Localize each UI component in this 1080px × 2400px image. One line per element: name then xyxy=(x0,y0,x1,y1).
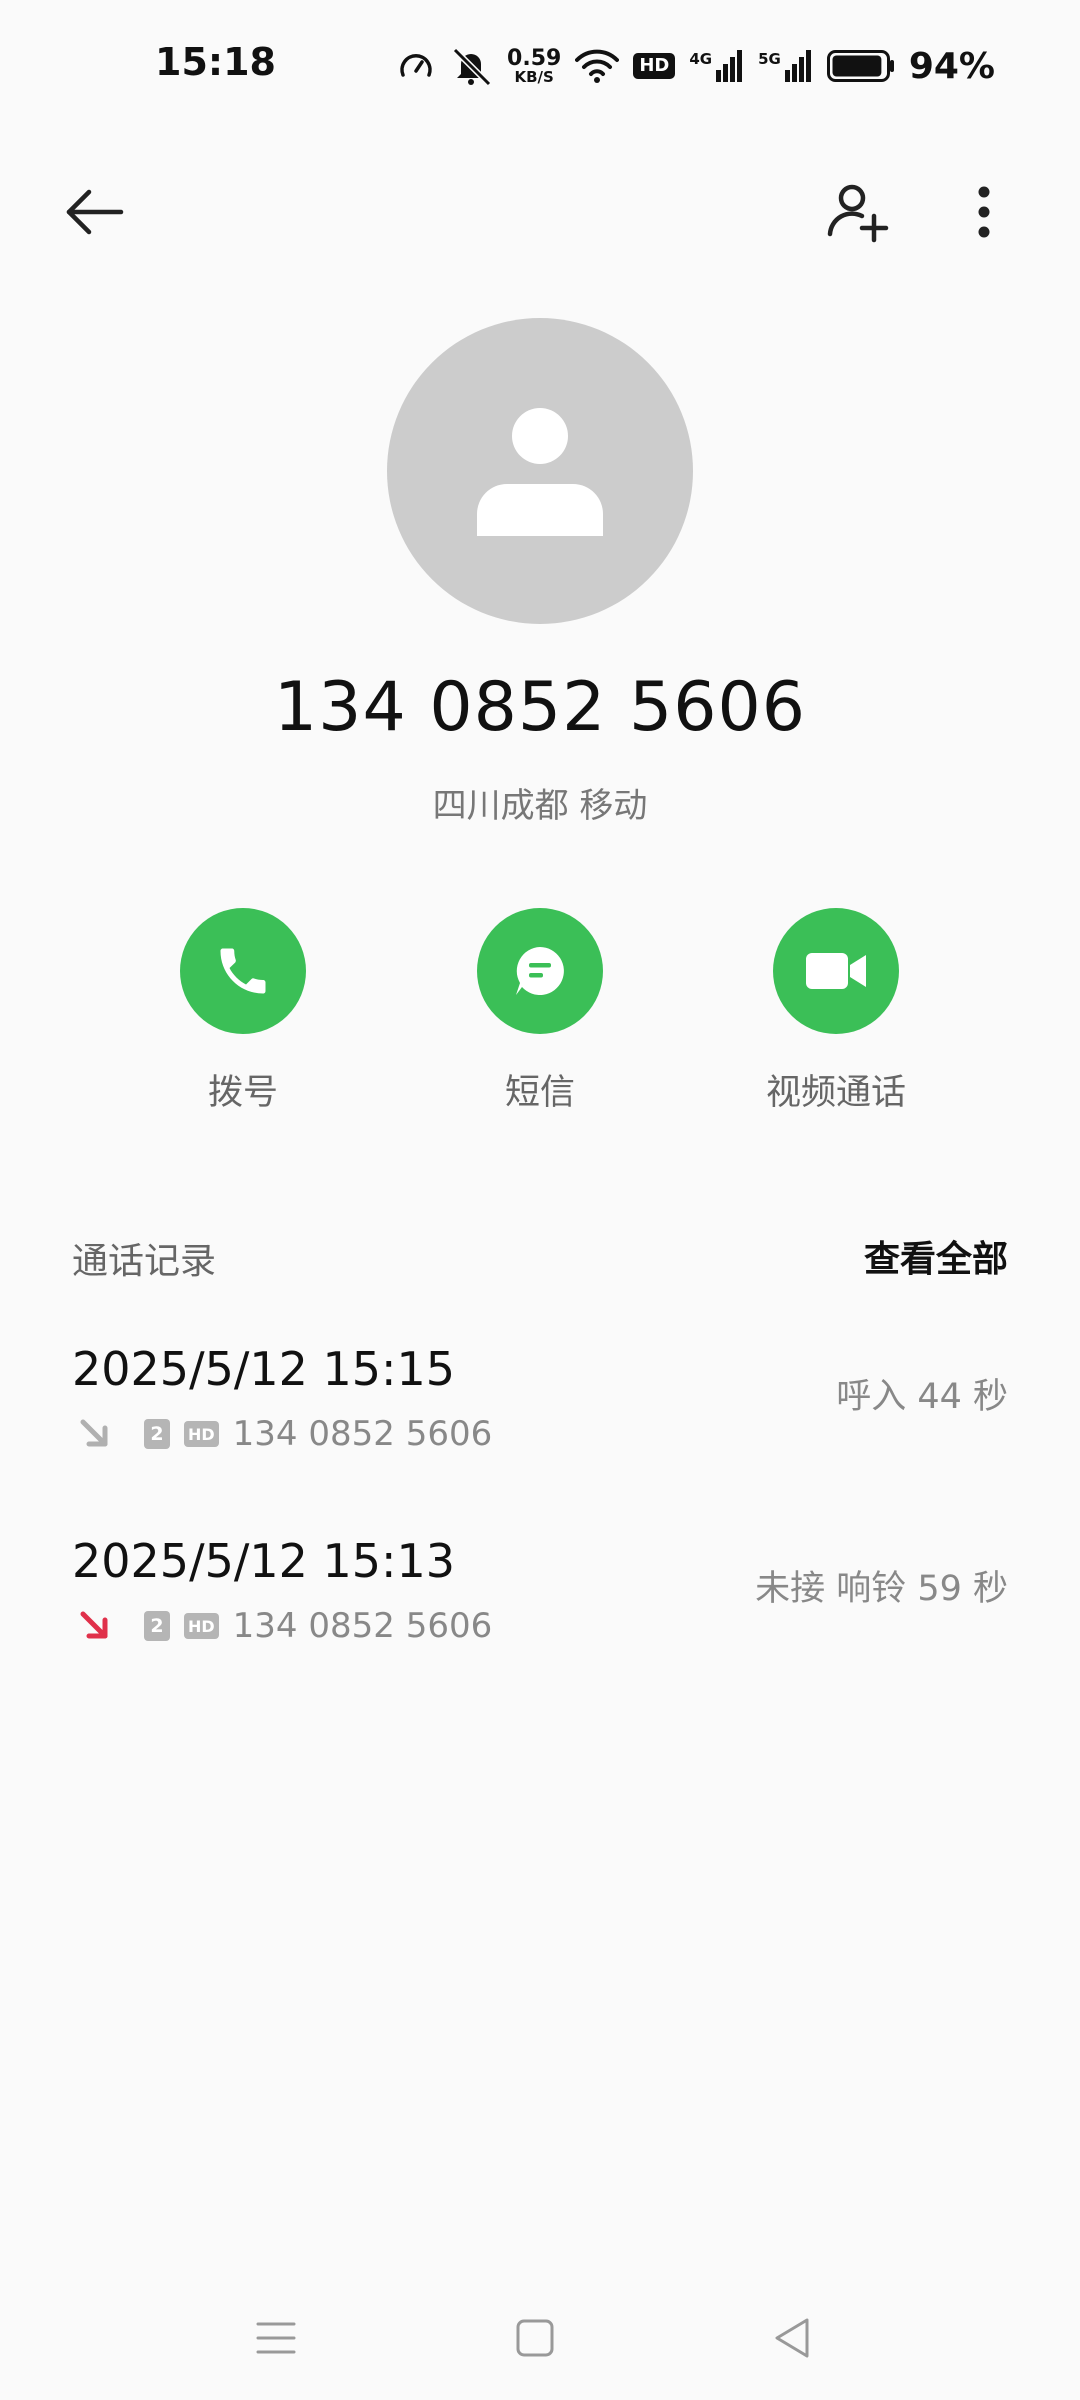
back-triangle-icon xyxy=(775,2318,809,2358)
nav-back-button[interactable] xyxy=(752,2298,832,2378)
sms-button[interactable]: 短信 xyxy=(390,908,690,1115)
dial-label: 拨号 xyxy=(207,1073,278,1113)
video-call-button[interactable]: 视频通话 xyxy=(686,908,986,1115)
video-call-label: 视频通话 xyxy=(765,1073,906,1113)
signal-bars-icon xyxy=(716,50,743,82)
call-log-number: 134 0852 5606 xyxy=(232,1414,493,1454)
dial-circle[interactable] xyxy=(180,908,306,1034)
battery-percent: 94% xyxy=(908,45,995,87)
status-bar: 15:18 0.59 KB/S HD 4G 5G 94% xyxy=(0,0,1080,130)
message-icon xyxy=(516,947,564,995)
arrow-left-icon xyxy=(66,189,124,235)
view-all-link[interactable]: 查看全部 xyxy=(864,1230,1008,1282)
contact-number: 134 0852 5606 xyxy=(273,668,807,747)
battery-icon xyxy=(826,50,894,82)
sms-circle[interactable] xyxy=(477,908,603,1034)
video-icon xyxy=(806,953,866,989)
dial-button[interactable]: 拨号 xyxy=(93,908,393,1115)
phone-icon xyxy=(220,948,266,994)
sim-badge: 2 xyxy=(144,1419,170,1449)
home-square-icon xyxy=(516,2319,554,2357)
video-call-circle[interactable] xyxy=(773,908,899,1034)
network-speed-value: 0.59 xyxy=(507,45,562,71)
nav-home-button[interactable] xyxy=(495,2298,575,2378)
call-log-entry[interactable]: 2025/5/12 15:13 2 HD 134 0852 5606 未接 响铃… xyxy=(0,1534,1080,1694)
back-button[interactable] xyxy=(55,172,135,252)
network-speed-unit: KB/S xyxy=(514,67,554,86)
network-speed: 0.59 KB/S xyxy=(507,45,562,86)
signal-5g: 5G xyxy=(758,50,813,82)
signal-5g-label: 5G xyxy=(758,50,781,68)
call-log-status: 未接 响铃 59 秒 xyxy=(755,1569,1008,1609)
status-time: 15:18 xyxy=(155,40,276,84)
hd-badge: HD xyxy=(184,1421,219,1447)
incoming-call-arrow-icon xyxy=(80,1419,108,1447)
wifi-icon xyxy=(575,49,620,83)
bell-off-icon xyxy=(452,47,492,86)
call-log-details: 2 HD 134 0852 5606 xyxy=(78,1412,492,1456)
more-options-button[interactable] xyxy=(944,172,1024,252)
contact-location: 四川成都 移动 xyxy=(432,786,648,826)
status-icons: 0.59 KB/S HD 4G 5G 94% xyxy=(397,42,995,90)
call-log-details: 2 HD 134 0852 5606 xyxy=(78,1604,492,1648)
person-add-icon xyxy=(827,184,889,243)
call-log-title: 通话记录 xyxy=(72,1241,217,1282)
speedometer-icon xyxy=(400,54,432,77)
signal-4g-label: 4G xyxy=(689,50,713,68)
call-log-date: 2025/5/12 15:15 xyxy=(72,1342,456,1396)
more-vertical-icon xyxy=(978,186,990,238)
signal-4g: 4G xyxy=(689,50,744,82)
call-log-number: 134 0852 5606 xyxy=(232,1606,493,1646)
contact-detail-screen: 15:18 0.59 KB/S HD 4G 5G 94% 134 0852 56… xyxy=(0,0,1080,2400)
nav-menu-button[interactable] xyxy=(236,2298,316,2378)
menu-icon xyxy=(256,2322,296,2354)
missed-call-arrow-icon xyxy=(80,1611,108,1639)
call-log-date: 2025/5/12 15:13 xyxy=(72,1534,456,1588)
signal-bars-icon xyxy=(784,50,811,82)
call-log-entry[interactable]: 2025/5/12 15:15 2 HD 134 0852 5606 呼入 44… xyxy=(0,1342,1080,1502)
sms-label: 短信 xyxy=(504,1073,575,1113)
sim-badge: 2 xyxy=(144,1611,170,1641)
contact-avatar xyxy=(387,318,693,624)
call-log-status: 呼入 44 秒 xyxy=(836,1377,1008,1417)
hd-badge: HD xyxy=(184,1613,219,1639)
hd-voice-indicator: HD xyxy=(633,53,676,79)
add-contact-button[interactable] xyxy=(818,172,898,252)
person-placeholder-icon xyxy=(477,408,603,536)
